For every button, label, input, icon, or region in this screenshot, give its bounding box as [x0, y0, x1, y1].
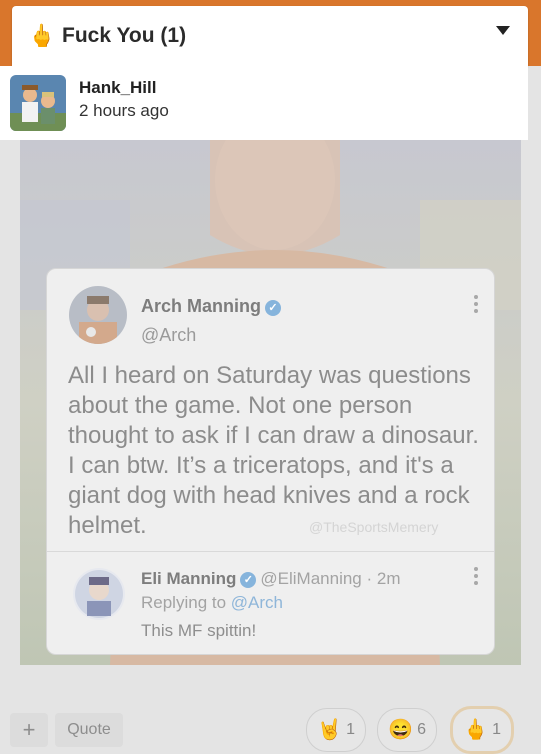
add-button[interactable]: +: [10, 713, 48, 747]
tweet-divider: [47, 551, 494, 552]
reaction-grin[interactable]: 😄 6: [377, 708, 437, 752]
rock-on-emoji-icon: 🤘: [317, 719, 342, 741]
verified-icon: ✓: [240, 572, 257, 588]
reaction-middle-finger[interactable]: 🖕 1: [450, 706, 514, 754]
replying-to-line: Replying to @Arch: [141, 593, 284, 612]
user-name[interactable]: Hank_Hill: [79, 78, 156, 98]
reply-text: This MF spittin!: [141, 621, 257, 640]
dropdown-title: Fuck You (1): [62, 24, 187, 47]
reaction-filter-dropdown[interactable]: 🖕 Fuck You (1): [12, 6, 528, 66]
reply-author-avatar: [73, 568, 125, 620]
middle-finger-emoji-icon: 🖕: [463, 719, 488, 741]
quote-button[interactable]: Quote: [55, 713, 123, 747]
chevron-down-icon[interactable]: [496, 26, 510, 35]
reaction-rock-on[interactable]: 🤘 1: [306, 708, 366, 752]
reaction-user-row[interactable]: Hank_Hill 2 hours ago: [0, 66, 528, 140]
reply-author: Eli Manning ✓ @EliManning · 2m: [141, 569, 401, 588]
verified-icon: ✓: [265, 300, 281, 316]
tweet-author-avatar: [69, 286, 127, 344]
post-timestamp: 2 hours ago: [79, 101, 169, 120]
reaction-count: 1: [492, 721, 501, 738]
avatar[interactable]: [10, 75, 66, 131]
watermark: @TheSportsMemery: [309, 519, 439, 535]
middle-finger-emoji-icon: 🖕: [28, 23, 56, 48]
more-options-icon: [474, 295, 478, 316]
more-options-icon: [474, 567, 478, 588]
grin-emoji-icon: 😄: [388, 719, 413, 741]
tweet-text: All I heard on Saturday was questions ab…: [68, 362, 479, 539]
tweet-author-name: Arch Manning ✓: [141, 296, 281, 317]
tweet-author-handle: @Arch: [141, 325, 197, 345]
tweet-card: Arch Manning ✓ @Arch All I heard on Satur…: [46, 268, 495, 655]
reaction-count: 1: [346, 721, 355, 738]
reaction-count: 6: [417, 721, 426, 738]
